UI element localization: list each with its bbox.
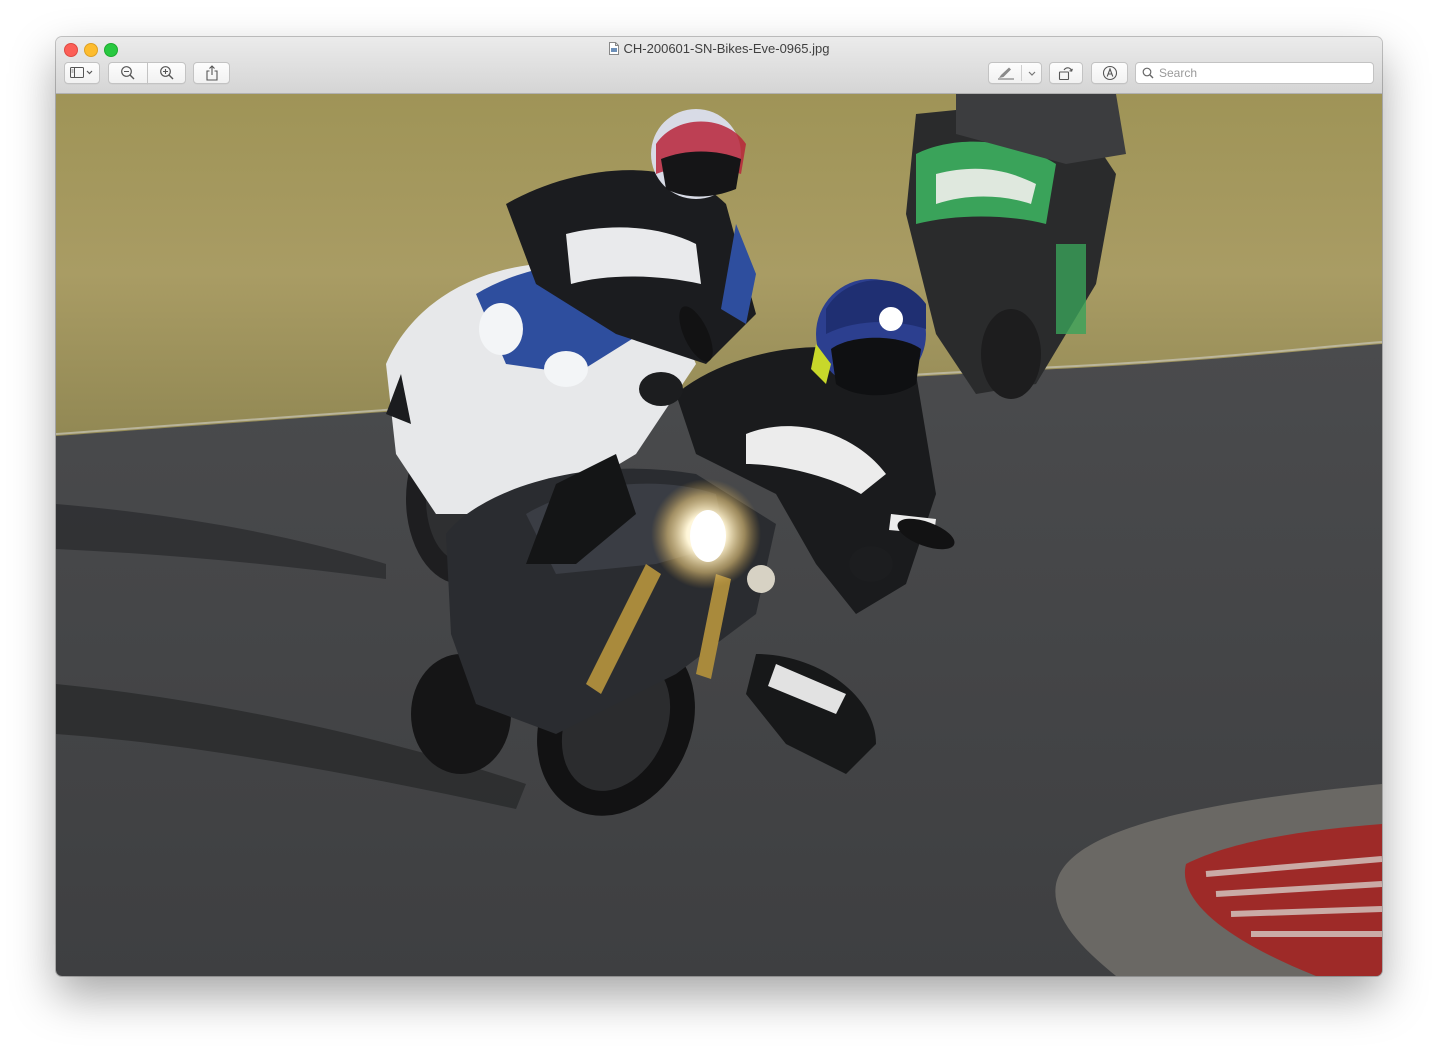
rotate-icon [1058,67,1073,81]
search-icon [1142,67,1154,79]
zoom-out-button[interactable] [108,62,148,84]
pen-icon [998,67,1014,80]
zoom-out-icon [121,66,135,80]
image-canvas [56,94,1382,976]
window-title-text: CH-200601-SN-Bikes-Eve-0965.jpg [623,41,830,56]
markup-toolbar-button[interactable] [988,62,1042,84]
annotate-button[interactable] [1091,62,1128,84]
sidebar-icon [70,67,93,78]
search-input[interactable] [1159,66,1359,80]
preview-window: CH-200601-SN-Bikes-Eve-0965.jpg [56,37,1382,976]
share-icon [205,65,218,81]
zoom-in-button[interactable] [147,62,186,84]
markup-circle-icon [1102,65,1117,81]
sidebar-toggle-button[interactable] [64,62,100,84]
document-icon [608,42,619,55]
zoom-in-icon [159,66,173,80]
chevron-down-icon[interactable] [1028,71,1036,77]
search-field[interactable] [1135,62,1374,84]
rotate-button[interactable] [1049,62,1083,84]
window-title: CH-200601-SN-Bikes-Eve-0965.jpg [56,41,1382,56]
title-bar: CH-200601-SN-Bikes-Eve-0965.jpg [56,37,1382,94]
photo-motorcycle-race [56,94,1382,976]
share-button[interactable] [193,62,230,84]
